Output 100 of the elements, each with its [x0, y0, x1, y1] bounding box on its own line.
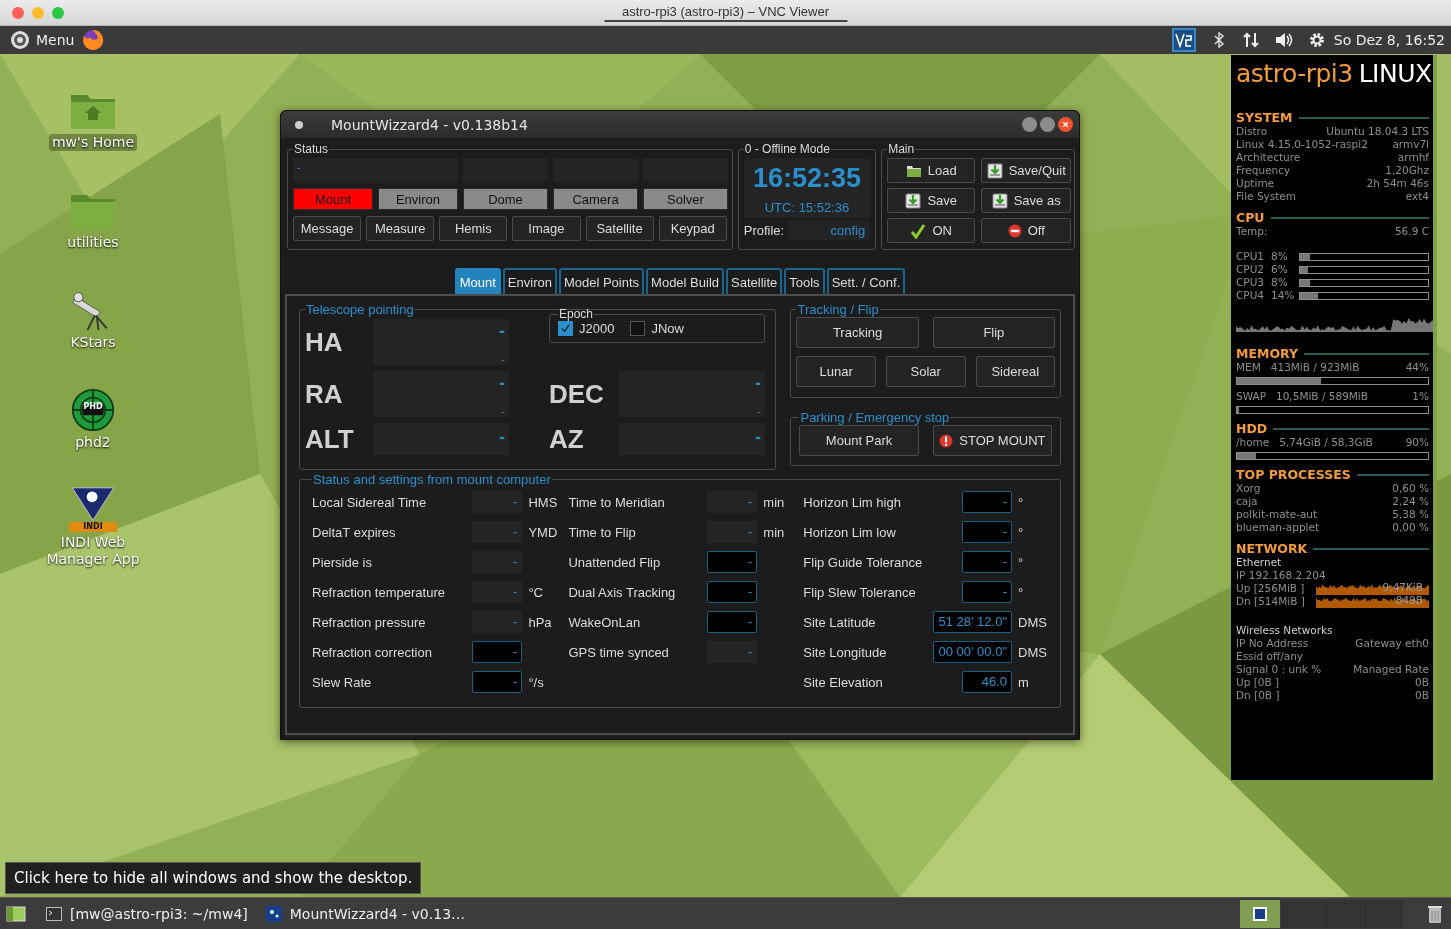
main-button[interactable]: Save: [887, 188, 976, 213]
tool-button[interactable]: Message: [293, 216, 362, 241]
input-field[interactable]: 00 00' 00.0": [933, 641, 1012, 663]
memory-usage: 10,5MiB / 589MiB: [1276, 390, 1368, 403]
tracking-button[interactable]: Lunar: [796, 356, 876, 387]
coordinate-field: - -: [373, 371, 509, 417]
main-button[interactable]: Save as: [981, 188, 1072, 213]
main-button[interactable]: Load: [887, 158, 976, 183]
unit-label: hPa: [528, 614, 552, 630]
tool-button[interactable]: Keypad: [658, 216, 727, 241]
tracking-button[interactable]: Solar: [886, 356, 966, 387]
taskbar-item[interactable]: MountWizzard4 - v0.13…: [261, 905, 470, 922]
tab[interactable]: Tools: [784, 268, 825, 294]
maximize-button[interactable]: [1040, 117, 1055, 132]
volume-icon[interactable]: [1273, 30, 1294, 50]
unit-label: °: [1018, 524, 1024, 540]
process-name: blueman-applet: [1236, 521, 1320, 534]
crosshair-logo-icon[interactable]: [69, 388, 117, 432]
setting-label: Refraction temperature: [312, 584, 446, 600]
icon-label[interactable]: mw's Home: [49, 134, 137, 151]
device-status-button[interactable]: Solver: [643, 188, 728, 210]
group-title: Telescope pointing: [305, 302, 415, 317]
tab[interactable]: Mount: [454, 268, 501, 294]
tracking-button[interactable]: Sidereal: [975, 356, 1055, 387]
tool-button[interactable]: Measure: [366, 216, 435, 241]
input-field[interactable]: -: [472, 641, 523, 663]
unit-label: °/s: [528, 674, 544, 690]
local-time: 16:52:35: [743, 158, 871, 198]
device-status-button[interactable]: Camera: [553, 188, 638, 210]
menu-logo-icon: [10, 30, 30, 50]
tool-button[interactable]: Satellite: [585, 216, 654, 241]
coordinate-label: HA: [305, 326, 344, 358]
memory-usage: 413MiB / 923MiB: [1270, 361, 1360, 374]
minimize-button[interactable]: [1022, 117, 1037, 132]
tool-button[interactable]: Hemis: [439, 216, 508, 241]
section-title: TOP PROCESSES: [1236, 467, 1351, 482]
tool-button[interactable]: Image: [512, 216, 581, 241]
checkbox[interactable]: [630, 321, 646, 336]
network-icon[interactable]: [1241, 31, 1260, 49]
unit-label: °C: [528, 584, 543, 600]
settings-icon[interactable]: [1307, 31, 1326, 49]
info-label: File System: [1236, 190, 1297, 203]
disk-label: /home: [1236, 436, 1270, 449]
profile-value: config: [788, 221, 871, 240]
info-label: Linux 4.15.0-1052-raspi2: [1236, 138, 1368, 151]
setting-label: Site Longitude: [803, 644, 888, 660]
download-icon: [991, 192, 1008, 209]
main-button[interactable]: ON: [887, 218, 976, 243]
setting-label: DeltaT expires: [312, 524, 397, 540]
input-field[interactable]: -: [962, 521, 1012, 543]
memory-label: MEM: [1236, 361, 1261, 374]
checkbox-label: J2000: [579, 321, 615, 336]
group-title: Status: [293, 142, 330, 156]
menu-button[interactable]: Menu: [10, 30, 75, 50]
readout-field: -: [472, 551, 523, 573]
remote-desktop-icon[interactable]: [1171, 28, 1196, 52]
main-button[interactable]: Off: [981, 218, 1072, 243]
logo-label: INDI: [69, 522, 117, 532]
input-field[interactable]: 46.0: [962, 671, 1012, 693]
clock[interactable]: So Dez 8, 16:52: [1333, 32, 1445, 48]
tab[interactable]: Sett. / Conf.: [826, 268, 906, 294]
tracking-button[interactable]: Flip: [932, 317, 1055, 348]
main-button[interactable]: Save/Quit: [981, 158, 1072, 183]
group-title: Parking / Emergency stop: [799, 410, 951, 425]
show-desktop-icon[interactable]: [6, 905, 26, 922]
input-field[interactable]: -: [962, 581, 1012, 603]
device-status-button[interactable]: Environ: [378, 188, 458, 210]
device-status-button[interactable]: Dome: [463, 188, 548, 210]
tracking-button[interactable]: Tracking: [796, 317, 919, 348]
window-menu-icon[interactable]: [293, 118, 305, 131]
process-usage: 2,24 %: [1392, 495, 1429, 508]
info-label: Frequency: [1236, 164, 1291, 177]
workspace-switcher[interactable]: [1240, 899, 1403, 928]
process-name: caja: [1236, 495, 1258, 508]
parking-button[interactable]: STOP MOUNT: [932, 425, 1052, 456]
close-button[interactable]: [1058, 117, 1073, 132]
parking-button[interactable]: Mount Park: [799, 425, 919, 456]
upload-total: Up [256MiB ]: [1236, 582, 1306, 595]
input-field[interactable]: -: [707, 581, 758, 603]
input-field[interactable]: -: [962, 491, 1012, 513]
info-value: ext4: [1405, 190, 1429, 203]
input-field[interactable]: -: [962, 551, 1012, 573]
browser-icon[interactable]: [82, 29, 105, 51]
device-status-button[interactable]: Mount: [293, 188, 373, 210]
input-field[interactable]: 51 28' 12.0": [933, 611, 1012, 633]
triangle-logo-icon[interactable]: [69, 486, 117, 522]
taskbar-item[interactable]: [mw@astro-rpi3: ~/mw4]: [42, 905, 252, 922]
checkbox[interactable]: [558, 321, 573, 336]
input-field[interactable]: -: [472, 671, 523, 693]
trash-icon[interactable]: [1427, 903, 1443, 924]
info-label: Distro: [1236, 125, 1268, 138]
alert-icon: [939, 433, 954, 448]
input-field[interactable]: -: [707, 551, 758, 573]
tab[interactable]: Model Points: [558, 268, 645, 294]
input-field[interactable]: -: [707, 611, 758, 633]
tab[interactable]: Environ: [502, 268, 557, 294]
wireless-label: Essid off/any: [1236, 650, 1303, 663]
cpu-label: CPU3: [1236, 276, 1266, 289]
tab[interactable]: Satellite: [726, 268, 783, 294]
tab[interactable]: Model Build: [646, 268, 724, 294]
